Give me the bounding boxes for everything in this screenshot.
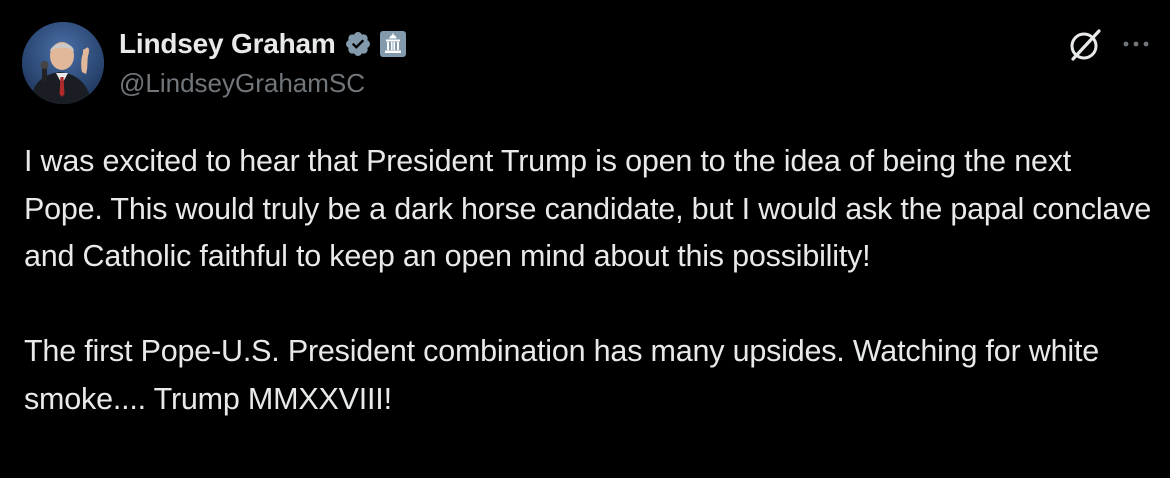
tweet-body: I was excited to hear that President Tru… [24, 138, 1154, 423]
tweet-paragraph: The first Pope-U.S. President combinatio… [24, 334, 1099, 416]
author-handle[interactable]: @LindseyGrahamSC [119, 68, 365, 99]
author-name-row: Lindsey Graham [119, 26, 406, 62]
verified-badge-icon[interactable] [344, 30, 372, 58]
tweet-card: Lindsey Graham @LindseyGrahamSC I was ex… [0, 0, 1170, 478]
avatar-photo-icon [22, 22, 104, 104]
more-options-icon[interactable] [1120, 30, 1152, 58]
government-building-icon[interactable] [379, 31, 406, 57]
tweet-paragraph: I was excited to hear that President Tru… [24, 144, 1152, 273]
grok-icon[interactable] [1066, 26, 1104, 64]
author-display-name[interactable]: Lindsey Graham [119, 28, 336, 60]
avatar[interactable] [22, 22, 104, 104]
